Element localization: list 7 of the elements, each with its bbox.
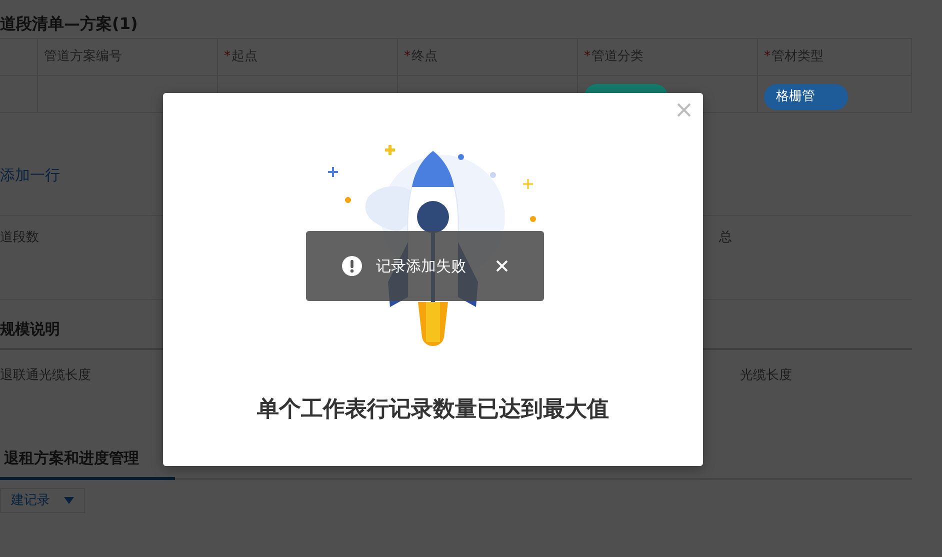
dialog-message: 单个工作表行记录数量已达到最大值 (256, 396, 610, 424)
toast-message: 记录添加失败 (376, 256, 466, 277)
new-record-button[interactable]: 建记录 (0, 488, 85, 513)
warning-icon (342, 256, 362, 276)
section-title: 道段清单—方案(1) (0, 13, 139, 35)
tag: 格栅管 (764, 84, 848, 110)
caret-icon (64, 496, 74, 504)
